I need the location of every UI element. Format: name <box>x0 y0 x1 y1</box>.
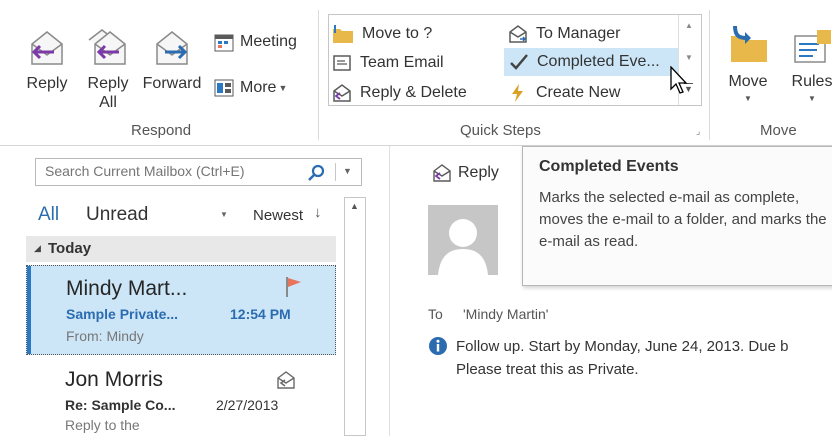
reply-envelope-icon <box>31 31 63 65</box>
mail-preview: From: Mindy <box>66 328 144 344</box>
mail-preview: Reply to the <box>65 417 140 433</box>
folder-arrow-icon <box>333 25 353 43</box>
quick-step-to-manager[interactable]: To Manager <box>508 22 676 46</box>
mail-subject: Sample Private... <box>66 306 179 322</box>
mouse-cursor-icon <box>670 66 688 94</box>
forward-label: Forward <box>142 75 202 92</box>
move-folder-icon <box>731 25 767 62</box>
selection-bar <box>27 266 31 354</box>
more-grid-icon <box>214 79 234 97</box>
move-dropdown-icon: ▼ <box>744 94 752 103</box>
ribbon-separator <box>318 10 319 140</box>
sender-avatar <box>428 205 498 275</box>
to-manager-label: To Manager <box>536 25 621 42</box>
reply-delete-label: Reply & Delete <box>360 84 467 101</box>
info-line-followup: Follow up. Start by Monday, June 24, 201… <box>456 338 789 355</box>
quick-step-create-new[interactable]: Create New <box>508 81 676 105</box>
reply-delete-icon <box>333 84 351 102</box>
respond-group-label: Respond <box>131 122 192 139</box>
group-header-today[interactable]: ◢ Today <box>26 236 336 262</box>
rules-dropdown-icon: ▼ <box>808 94 816 103</box>
meeting-calendar-icon <box>214 34 234 52</box>
to-value: 'Mindy Martin' <box>463 306 549 322</box>
reply-label: Reply <box>26 75 68 92</box>
filter-unread[interactable]: Unread <box>86 204 148 226</box>
group-header-label: Today <box>48 240 92 257</box>
completed-events-tooltip: Completed Events Marks the selected e-ma… <box>522 146 832 286</box>
info-line-private: Please treat this as Private. <box>456 361 639 378</box>
list-item[interactable]: Mindy Mart... Sample Private... 12:54 PM… <box>26 265 336 355</box>
mail-time: 12:54 PM <box>230 306 291 322</box>
quick-step-reply-delete[interactable]: Reply & Delete <box>332 81 500 105</box>
rules-button[interactable]: Rules ▼ <box>786 22 832 107</box>
move-to-label: Move to ? <box>362 25 433 42</box>
tooltip-title: Completed Events <box>539 158 679 175</box>
person-placeholder-icon <box>438 219 488 275</box>
sort-newest[interactable]: Newest <box>253 207 303 224</box>
scroll-up-icon[interactable]: ▲ <box>685 21 693 30</box>
flag-icon[interactable] <box>285 276 303 298</box>
pane-separator[interactable] <box>389 146 390 436</box>
search-scope-dropdown-icon[interactable]: ▼ <box>343 166 352 176</box>
search-divider <box>335 163 336 181</box>
meeting-button[interactable]: Meeting <box>214 32 297 52</box>
reply-icon <box>433 164 451 182</box>
tooltip-body: Marks the selected e-mail as complete, m… <box>539 189 827 250</box>
ribbon-separator <box>709 10 710 140</box>
more-button[interactable]: More ▼ <box>214 78 287 98</box>
to-label: To <box>428 306 443 322</box>
mail-sender: Mindy Mart... <box>66 277 188 300</box>
envelope-arrow-icon <box>509 25 527 43</box>
lightning-icon <box>512 84 523 102</box>
list-item[interactable]: Jon Morris Re: Sample Co... 2/27/2013 Re… <box>26 362 336 436</box>
completed-events-label: Completed Eve... <box>537 53 660 70</box>
ribbon: Reply Reply All Forward Meeting More ▼ R… <box>0 0 832 146</box>
quick-step-move-to[interactable]: Move to ? <box>332 22 500 46</box>
search-box[interactable]: ▼ <box>35 158 362 186</box>
dialog-launcher-icon[interactable]: ⌟ <box>696 126 700 137</box>
move-button[interactable]: Move ▼ <box>722 22 774 107</box>
forward-button[interactable]: Forward <box>140 24 204 93</box>
search-icon[interactable] <box>308 164 326 182</box>
filter-all[interactable]: All <box>38 204 59 226</box>
mail-sender: Jon Morris <box>65 368 164 391</box>
filter-dropdown-icon[interactable]: ▼ <box>220 210 228 219</box>
quick-steps-group-label: Quick Steps <box>460 122 541 139</box>
quick-step-team-email[interactable]: Team Email <box>332 51 500 75</box>
checkmark-icon <box>510 54 528 70</box>
team-email-label: Team Email <box>360 54 444 71</box>
message-list-scrollbar[interactable]: ▲ <box>344 197 366 436</box>
meeting-label: Meeting <box>240 33 297 50</box>
mail-time: 2/27/2013 <box>216 397 279 413</box>
reading-reply-label: Reply <box>458 164 499 181</box>
search-input[interactable] <box>45 163 295 179</box>
forward-envelope-icon <box>156 31 188 65</box>
reply-all-label: Reply All <box>87 75 129 111</box>
quick-step-completed-events[interactable]: Completed Eve... <box>504 48 678 76</box>
reply-all-envelope-icon <box>88 29 126 65</box>
more-dropdown-icon: ▼ <box>278 83 288 93</box>
collapse-triangle-icon[interactable]: ◢ <box>34 243 41 254</box>
info-icon <box>429 337 447 355</box>
scroll-up-icon[interactable]: ▲ <box>350 201 359 211</box>
rules-label: Rules <box>791 73 832 90</box>
rules-icon <box>794 30 831 63</box>
reply-all-button[interactable]: Reply All <box>82 24 134 112</box>
scroll-down-icon[interactable]: ▼ <box>685 53 693 62</box>
create-new-label: Create New <box>536 84 621 101</box>
move-group-label: Move <box>760 122 797 139</box>
move-label: Move <box>728 73 768 90</box>
team-email-icon <box>333 55 351 71</box>
mail-subject: Re: Sample Co... <box>65 397 176 413</box>
reading-reply-button[interactable]: Reply <box>432 163 499 183</box>
replied-icon <box>277 371 295 389</box>
more-label: More <box>240 79 277 96</box>
reply-button[interactable]: Reply <box>22 24 72 93</box>
sort-arrow-icon[interactable]: ↓ <box>314 204 322 221</box>
